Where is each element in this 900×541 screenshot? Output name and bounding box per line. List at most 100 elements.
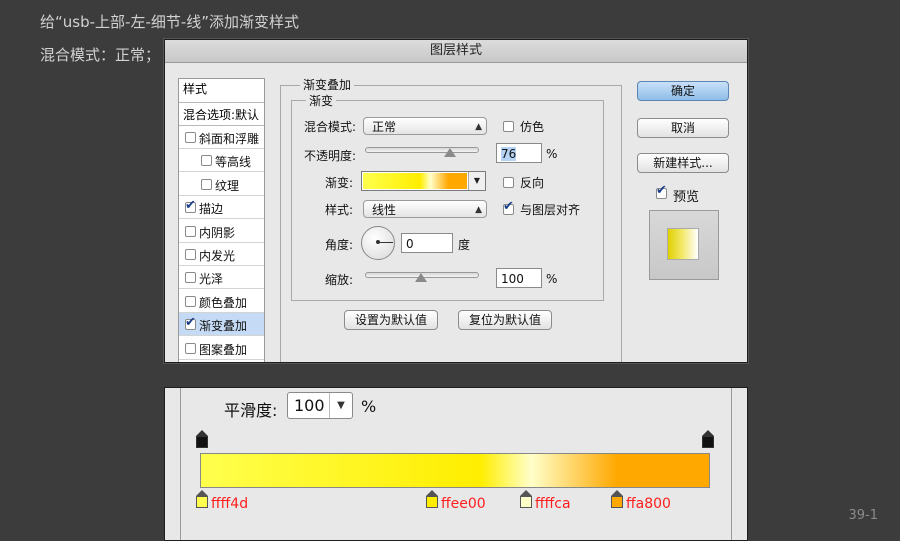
color-stop-swatch <box>196 496 208 508</box>
style-label: 样式: <box>325 203 354 217</box>
style-item-label: 图案叠加 <box>199 342 248 357</box>
reverse-label: 反向 <box>520 176 545 190</box>
blend-options-label: 混合选项:默认 <box>183 108 260 122</box>
style-item-checkbox[interactable] <box>185 225 196 237</box>
style-item-label: 内阴影 <box>199 225 236 240</box>
opacity-label: 不透明度: <box>304 149 357 163</box>
gradient-swatch[interactable]: ▼ <box>361 171 486 191</box>
dialog-title: 图层样式 <box>165 40 747 63</box>
opacity-unit: % <box>546 147 558 161</box>
check-icon: ✔ <box>185 198 196 214</box>
smoothness-input[interactable]: 100 ▼ <box>287 392 353 419</box>
gradient-label: 渐变: <box>325 176 354 190</box>
scale-value: 100 <box>501 272 524 286</box>
style-item-label: 描边 <box>199 202 224 217</box>
color-stop-label: ffff4d <box>211 496 249 512</box>
style-item-label: 斜面和浮雕 <box>199 132 260 146</box>
color-stop-swatch <box>520 496 532 508</box>
smoothness-label: 平滑度: <box>224 401 278 420</box>
ok-button[interactable]: 确定 <box>637 81 729 101</box>
angle-value: 0 <box>406 237 414 251</box>
style-value: 线性 <box>372 203 397 217</box>
select-arrows-icon: ▲ <box>475 205 482 215</box>
dither-checkbox[interactable] <box>503 121 514 132</box>
gradient-bar[interactable] <box>200 453 710 488</box>
cancel-button[interactable]: 取消 <box>637 118 729 138</box>
style-select[interactable]: 线性 ▲ <box>363 200 487 218</box>
angle-dial-center <box>376 240 380 244</box>
style-item-checkbox[interactable] <box>201 178 212 190</box>
smoothness-value: 100 <box>294 396 325 415</box>
opacity-slider-thumb[interactable] <box>444 148 457 157</box>
preview-swatch <box>667 228 699 260</box>
blend-options-item[interactable]: 混合选项:默认 <box>179 102 264 126</box>
style-item[interactable]: ✔ 渐变叠加 <box>179 313 264 337</box>
style-item-checkbox[interactable] <box>185 272 196 284</box>
color-stop-swatch <box>611 496 623 508</box>
set-default-button[interactable]: 设置为默认值 <box>344 310 438 330</box>
opacity-value: 76 <box>501 147 517 161</box>
angle-dial[interactable] <box>361 226 395 260</box>
style-item[interactable]: 光泽 <box>179 266 264 290</box>
panel-right-border <box>731 388 732 540</box>
blend-mode-label: 混合模式: <box>304 120 357 134</box>
scale-input[interactable]: 100 <box>496 268 542 288</box>
style-item-checkbox[interactable] <box>185 132 196 143</box>
angle-unit: 度 <box>458 238 471 252</box>
gradient-overlay-legend: 渐变叠加 <box>300 76 355 93</box>
layer-style-dialog: 图层样式 样式 混合选项:默认 斜面和浮雕 等高线 纹理 ✔ 描边 内阴影 内发光 光泽 颜色叠… <box>164 39 748 363</box>
style-item-label: 光泽 <box>199 272 224 287</box>
scale-unit: % <box>546 272 558 286</box>
style-item-label: 内发光 <box>199 249 236 263</box>
smoothness-unit: % <box>361 397 377 416</box>
align-check-icon: ✔ <box>503 199 514 214</box>
style-item-label: 等高线 <box>215 155 252 170</box>
style-item[interactable]: 纹理 <box>179 173 264 196</box>
opacity-stop-left-box <box>196 436 208 448</box>
styles-header[interactable]: 样式 <box>179 80 207 98</box>
style-item[interactable]: 内发光 <box>179 243 264 266</box>
style-item[interactable]: 图案叠加 <box>179 337 264 360</box>
style-item[interactable]: 等高线 <box>179 149 264 173</box>
blend-mode-value: 正常 <box>372 120 397 134</box>
style-item[interactable]: 颜色叠加 <box>179 290 264 313</box>
angle-dial-needle <box>378 242 393 243</box>
color-stop-label: ffa800 <box>626 496 671 512</box>
opacity-input[interactable]: 76 <box>496 143 542 163</box>
scale-label: 缩放: <box>325 273 354 287</box>
smoothness-dropdown-icon[interactable]: ▼ <box>329 393 352 418</box>
style-item-checkbox[interactable] <box>185 295 196 307</box>
gradient-editor-panel: 平滑度: 100 ▼ % ffff4d ffee00 ffffca ffa800 <box>164 387 748 541</box>
style-list: 样式 混合选项:默认 斜面和浮雕 等高线 纹理 ✔ 描边 内阴影 内发光 光泽 颜色叠加 ✔ 渐变叠… <box>178 78 265 362</box>
page-number: 39-1 <box>848 508 878 523</box>
blend-mode-select[interactable]: 正常 ▲ <box>363 117 487 135</box>
check-icon: ✔ <box>185 315 196 331</box>
reverse-checkbox[interactable] <box>503 177 514 188</box>
gradient-dropdown-icon[interactable]: ▼ <box>468 172 485 190</box>
panel-left-border <box>180 388 181 540</box>
new-style-button[interactable]: 新建样式... <box>637 153 729 173</box>
reset-default-button[interactable]: 复位为默认值 <box>458 310 552 330</box>
style-item-label: 纹理 <box>215 178 240 193</box>
style-item[interactable]: 斜面和浮雕 <box>179 126 264 149</box>
style-item[interactable]: ✔ 描边 <box>179 196 264 220</box>
dither-label: 仿色 <box>520 120 545 134</box>
caption-line-1: 给“usb-上部-左-细节-线”添加渐变样式 <box>40 13 300 31</box>
style-item-label: 渐变叠加 <box>199 319 248 334</box>
preview-label: 预览 <box>673 190 700 205</box>
opacity-slider-track[interactable] <box>365 147 479 153</box>
scale-slider-thumb[interactable] <box>415 273 427 282</box>
preview-check-icon: ✔ <box>656 183 667 198</box>
style-item-checkbox[interactable] <box>201 155 212 167</box>
align-label: 与图层对齐 <box>520 203 581 217</box>
opacity-stop-right-box <box>702 436 714 448</box>
style-item-checkbox[interactable] <box>185 249 196 260</box>
color-stop-label: ffffca <box>535 496 571 512</box>
style-item-label: 颜色叠加 <box>199 295 248 310</box>
style-item[interactable]: 内阴影 <box>179 220 264 243</box>
caption-line-2: 混合模式：正常； <box>40 46 161 64</box>
style-item-checkbox[interactable] <box>185 342 196 354</box>
preview-thumbnail <box>649 210 719 280</box>
angle-input[interactable]: 0 <box>401 233 453 253</box>
color-stop-swatch <box>426 496 438 508</box>
